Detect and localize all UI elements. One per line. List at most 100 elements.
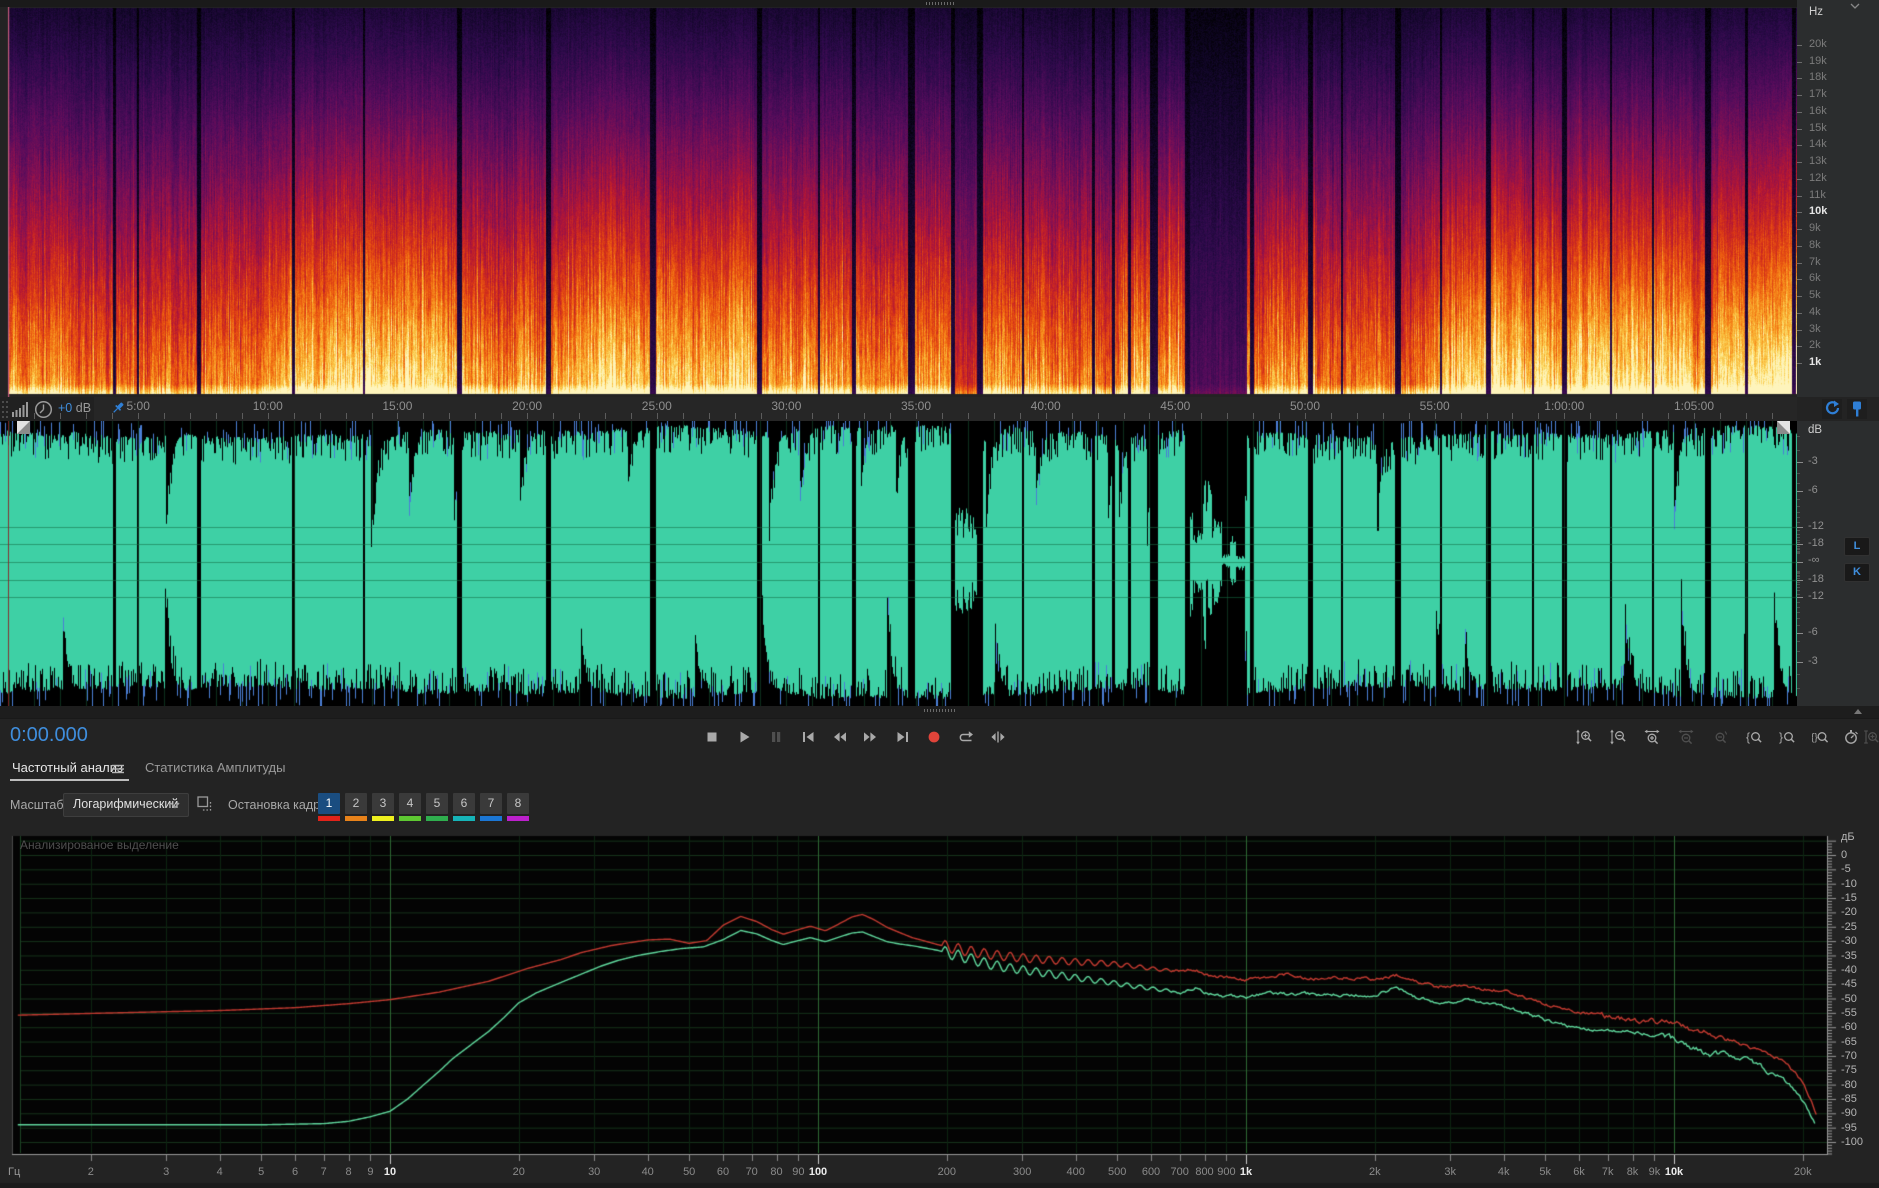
- skip-to-start-button[interactable]: [795, 724, 821, 750]
- skip-selection-button[interactable]: [985, 724, 1011, 750]
- collapse-chevron-icon[interactable]: [1849, 2, 1861, 10]
- play-button[interactable]: [731, 724, 757, 750]
- scrollbar-up-icon[interactable]: [1853, 708, 1863, 715]
- zoom-out-vertical-button[interactable]: [1605, 724, 1631, 750]
- zoom-selection-right-button[interactable]: }: [1774, 724, 1800, 750]
- ruler-time-label: 25:00: [642, 399, 672, 413]
- zoom-ibeam-button[interactable]: [1858, 724, 1879, 750]
- graph-freq-label: 9k: [1649, 1166, 1661, 1178]
- ruler-time-label: 5:00: [127, 399, 150, 413]
- amplitude-tick-label: -6: [1808, 484, 1818, 496]
- zoom-in-horizontal-button[interactable]: [1639, 724, 1665, 750]
- loop-playback-button[interactable]: [953, 724, 979, 750]
- zoom-out-horizontal-button[interactable]: [1673, 724, 1699, 750]
- amplitude-tick: [1797, 530, 1800, 531]
- scale-dropdown[interactable]: Логарифмический: [63, 793, 189, 817]
- top-panel-divider[interactable]: [0, 0, 1879, 7]
- ruler-tick: [320, 413, 321, 419]
- ruler-tick: [1564, 413, 1565, 419]
- copy-graph-icon[interactable]: [197, 796, 214, 813]
- amplitude-tick: [1797, 612, 1800, 613]
- channel-left-button[interactable]: L: [1844, 537, 1870, 556]
- tab-amplitude-statistics[interactable]: Статистика Амплитуды: [145, 760, 285, 775]
- waveform-view[interactable]: [0, 421, 1797, 706]
- hold-frame-button-1[interactable]: 1: [318, 793, 340, 814]
- fast-forward-button[interactable]: [858, 724, 884, 750]
- rewind-button[interactable]: [826, 724, 852, 750]
- amplitude-tick: [1797, 582, 1800, 583]
- amplitude-tick: [1797, 522, 1800, 523]
- hold-frame-button-2[interactable]: 2: [345, 793, 367, 814]
- amplitude-tick: [1797, 572, 1800, 573]
- graph-freq-label: 5: [258, 1166, 264, 1178]
- frequency-tick-label: 12k: [1809, 172, 1827, 184]
- frequency-scale[interactable]: Hz 20k19k18k17k16k15k14k13k12k11k10k9k8k…: [1797, 0, 1879, 397]
- hold-frame-button-8[interactable]: 8: [507, 793, 529, 814]
- ruler-tick: [864, 413, 865, 419]
- ruler-time-label: 10:00: [253, 399, 283, 413]
- frequency-tick-label: 4k: [1809, 306, 1821, 318]
- amplitude-scale[interactable]: dB -3-3-6-6-12-12-18-18-∞ L K: [1797, 421, 1879, 706]
- graph-freq-label: 9: [367, 1166, 373, 1178]
- hold-frame-button-3[interactable]: 3: [372, 793, 394, 814]
- graph-db-label: -15: [1841, 892, 1857, 904]
- frequency-tick: [1797, 330, 1802, 331]
- ruler-tick: [1512, 413, 1513, 419]
- amplitude-tick: [1797, 436, 1800, 437]
- scale-dropdown-value: Логарифмический: [73, 797, 178, 811]
- skip-to-end-button[interactable]: [890, 724, 916, 750]
- frequency-tick-label: 15k: [1809, 122, 1827, 134]
- frequency-scale-title: Hz: [1809, 6, 1823, 18]
- zoom-out-full-button[interactable]: [1707, 724, 1733, 750]
- zoom-in-vertical-button[interactable]: [1571, 724, 1597, 750]
- frequency-tick: [1797, 162, 1802, 163]
- graph-db-label: -80: [1841, 1079, 1857, 1091]
- divider-grip-icon: [924, 709, 956, 712]
- clock-icon[interactable]: [34, 400, 53, 419]
- spectrogram-view[interactable]: [0, 7, 1797, 397]
- amplitude-tick-label: -12: [1808, 520, 1824, 532]
- amplitude-tick: [1797, 607, 1800, 608]
- ruler-tick: [786, 413, 787, 419]
- stop-button[interactable]: [699, 724, 725, 750]
- graph-freq-label: 7k: [1602, 1166, 1614, 1178]
- fast-forward-icon: [863, 729, 879, 745]
- ruler-time-label: 50:00: [1290, 399, 1320, 413]
- hold-frame-button-4[interactable]: 4: [399, 793, 421, 814]
- graph-freq-label: 800: [1195, 1166, 1213, 1178]
- hold-frame-button-5[interactable]: 5: [426, 793, 448, 814]
- time-ruler[interactable]: +0 dB 5:0010:0015:0020:0025:0030:0035:00…: [0, 397, 1879, 421]
- graph-freq-label: 300: [1013, 1166, 1031, 1178]
- frequency-tick-label: 8k: [1809, 239, 1821, 251]
- graph-freq-label: 3: [163, 1166, 169, 1178]
- amplitude-tick: [1797, 602, 1800, 603]
- graph-freq-label: 2: [88, 1166, 94, 1178]
- ruler-tick: [579, 413, 580, 419]
- frequency-graph[interactable]: [0, 828, 1879, 1188]
- loop-marker-icon[interactable]: [1822, 399, 1842, 419]
- time-display[interactable]: 0:00.000: [10, 724, 88, 747]
- hold-frame-button-7[interactable]: 7: [480, 793, 502, 814]
- ruler-tick: [631, 413, 632, 419]
- frequency-tick-label: 19k: [1809, 55, 1827, 67]
- graph-freq-label: 3k: [1444, 1166, 1456, 1178]
- channel-right-button[interactable]: K: [1844, 563, 1870, 582]
- pause-button[interactable]: [763, 724, 789, 750]
- bottom-panel-divider[interactable]: [0, 706, 1879, 718]
- tab-frequency-analysis[interactable]: Частотный анализ: [12, 760, 123, 775]
- levels-icon[interactable]: [12, 401, 30, 417]
- zoom-selection-left-button[interactable]: {: [1741, 724, 1767, 750]
- panel-menu-icon[interactable]: [112, 764, 124, 774]
- zoom-selection-button[interactable]: {}: [1807, 724, 1833, 750]
- grip-icon[interactable]: [1, 399, 9, 419]
- selection-handle-left[interactable]: [17, 421, 30, 434]
- magnet-icon[interactable]: [1847, 399, 1867, 419]
- record-button[interactable]: [921, 724, 947, 750]
- selection-handle-right[interactable]: [1777, 421, 1790, 434]
- graph-freq-label: 900: [1217, 1166, 1235, 1178]
- hold-frame-button-6[interactable]: 6: [453, 793, 475, 814]
- ruler-tick: [1357, 413, 1358, 419]
- ruler-tick: [397, 413, 398, 419]
- graph-freq-label: 2k: [1369, 1166, 1381, 1178]
- frequency-tick: [1797, 179, 1802, 180]
